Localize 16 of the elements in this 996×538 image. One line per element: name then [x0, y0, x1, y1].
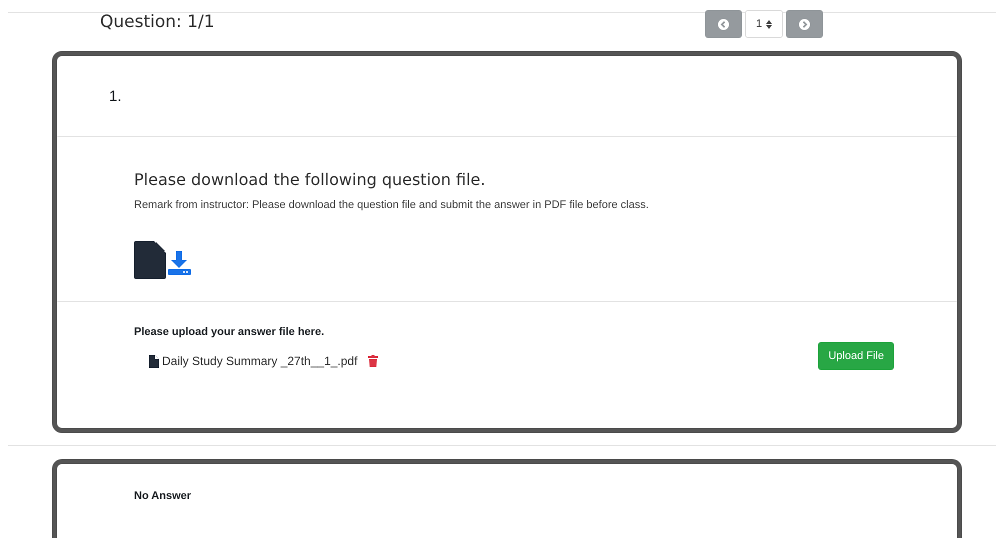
question-number: 1. [109, 88, 122, 104]
file-icon [149, 354, 159, 368]
sort-icon [766, 20, 772, 28]
uploaded-file-name: Daily Study Summary _27th__1_.pdf [162, 354, 358, 368]
chevron-left-icon [718, 18, 729, 30]
chevron-right-icon [799, 18, 810, 30]
previous-button[interactable] [705, 10, 742, 38]
instructor-remark: Remark from instructor: Please download the question file and submit the answer in PDF file before class. [134, 199, 650, 211]
question-prompt: Please download the following question file. [134, 170, 486, 189]
upload-instruction: Please upload your answer file here. [134, 326, 326, 338]
next-button[interactable] [786, 10, 823, 38]
file-download-icon[interactable] [134, 241, 192, 279]
question-counter: Question: 1/1 [100, 12, 215, 32]
answer-status: No Answer [134, 490, 192, 502]
page-select[interactable]: 1 [745, 10, 783, 38]
trash-icon[interactable] [368, 355, 378, 367]
